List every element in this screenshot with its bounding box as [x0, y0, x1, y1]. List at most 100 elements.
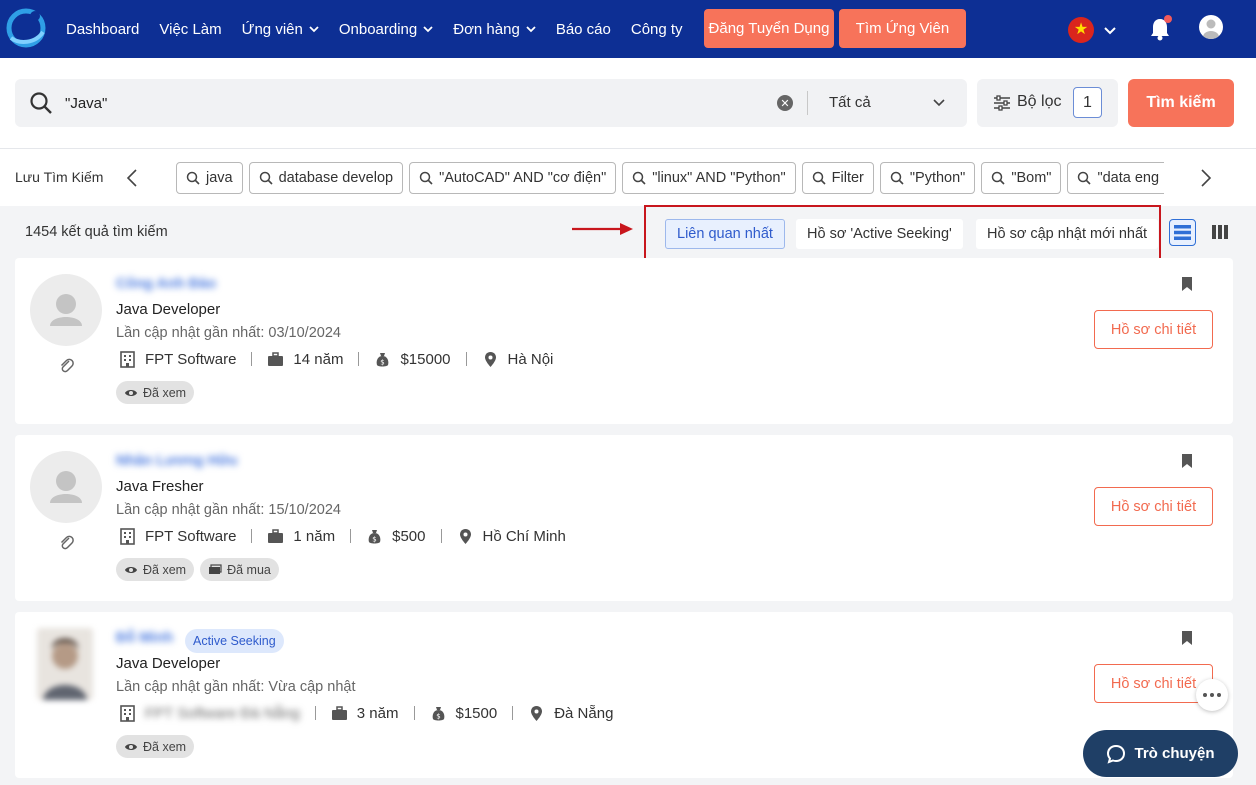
bookmark-icon[interactable]: [1181, 630, 1193, 646]
candidate-last-updated: Lần cập nhật gần nhất: 03/10/2024: [116, 325, 341, 341]
nav-dashboard-label: Dashboard: [66, 20, 140, 38]
saved-search-chip[interactable]: "data eng: [1067, 162, 1164, 194]
saved-search-chip-label: "Bom": [1011, 170, 1052, 186]
search-icon: [186, 171, 200, 185]
arrow-right-icon: [572, 223, 633, 235]
nav-reports-label: Báo cáo: [555, 20, 611, 38]
briefcase-icon: [268, 351, 284, 366]
user-avatar-icon[interactable]: [1199, 15, 1223, 39]
sort-most-relevant[interactable]: Liên quan nhất: [665, 219, 785, 249]
chat-label: Trò chuyện: [1134, 745, 1215, 762]
candidate-photo[interactable]: [37, 628, 93, 700]
company-label: FPT Software: [145, 350, 237, 368]
list-view-toggle[interactable]: [1169, 219, 1196, 246]
candidate-name[interactable]: Công Anh Đào: [116, 276, 216, 292]
eye-icon: [125, 566, 137, 573]
view-profile-button[interactable]: Hồ sơ chi tiết: [1094, 664, 1213, 703]
briefcase-icon: [268, 528, 284, 543]
chevron-down-icon[interactable]: [1104, 26, 1116, 36]
nav-jobs-label: Việc Làm: [159, 20, 222, 38]
candidate-name[interactable]: Đỗ Minh: [116, 630, 173, 646]
candidate-last-updated: Lần cập nhật gần nhất: Vừa cập nhật: [116, 679, 356, 695]
status-tag-label: Đã xem: [143, 739, 187, 754]
candidate-name[interactable]: Nhân Lương Hữu: [116, 453, 238, 469]
saved-search-chip[interactable]: "linux" AND "Python": [622, 162, 796, 194]
chevron-left-icon[interactable]: [126, 168, 138, 188]
view-profile-button[interactable]: Hồ sơ chi tiết: [1094, 310, 1213, 349]
candidate-salary: $ $1500: [430, 705, 497, 722]
saved-search-chip[interactable]: "Python": [879, 162, 976, 194]
candidate-experience: 14 năm: [267, 351, 343, 368]
find-candidate-button[interactable]: Tìm Ứng Viên: [839, 9, 966, 48]
saved-search-chips: java database develop "AutoCAD" AND "cơ đi…: [176, 162, 1164, 194]
briefcase-icon: [331, 705, 347, 720]
candidate-last-updated: Lần cập nhật gần nhất: 15/10/2024: [116, 502, 341, 518]
status-tag-label: Đã mua: [227, 562, 271, 577]
nav-candidates[interactable]: Ứng viên: [232, 21, 329, 38]
candidate-card[interactable]: Đỗ Minh Active Seeking Java Developer Lần c…: [15, 612, 1233, 778]
money-bag-icon: $: [432, 706, 444, 720]
search-icon: [419, 171, 433, 185]
view-profile-button[interactable]: Hồ sơ chi tiết: [1094, 487, 1213, 526]
location-label: Hà Nội: [507, 350, 554, 368]
saved-search-chip[interactable]: Filter: [801, 162, 874, 194]
candidate-meta: FPT Software 1 năm $ $500 Hồ Chí Minh: [119, 525, 566, 547]
saved-search-chip-label: "data eng: [1097, 170, 1160, 186]
candidate-avatar[interactable]: [30, 274, 102, 346]
saved-search-chip[interactable]: "Bom": [981, 162, 1062, 194]
candidate-company: FPT Software Đà Nẵng: [119, 705, 300, 722]
clear-search-icon[interactable]: ✕: [777, 95, 793, 111]
search-scope-select[interactable]: Tất cả: [829, 94, 871, 111]
chevron-right-icon[interactable]: [1200, 168, 1212, 188]
status-tag: Đã xem: [116, 558, 195, 581]
candidate-meta: FPT Software Đà Nẵng 3 năm $ $1500 Đà Nẵng: [119, 702, 613, 724]
nav-jobs[interactable]: Việc Làm: [149, 21, 231, 38]
top-navbar: Dashboard Việc Làm Ứng viên Onboarding Đ…: [0, 0, 1256, 58]
saved-search-chip[interactable]: database develop: [248, 162, 404, 194]
candidate-company: FPT Software: [119, 528, 236, 545]
vietnam-flag-icon[interactable]: ★: [1068, 17, 1094, 43]
search-icon: [632, 171, 646, 185]
company-label: FPT Software: [145, 527, 237, 545]
saved-search-chip[interactable]: java: [176, 162, 243, 194]
nav-onboarding[interactable]: Onboarding: [329, 21, 443, 38]
search-icon: [890, 171, 904, 185]
search-submit-button[interactable]: Tìm kiếm: [1128, 79, 1234, 127]
saved-search-chip-label: "linux" AND "Python": [652, 170, 786, 186]
building-icon: [120, 704, 135, 722]
saved-search-chip-label: "Python": [909, 170, 966, 186]
purchased-icon: [209, 563, 222, 574]
svg-text:$: $: [381, 358, 385, 366]
search-icon: [30, 92, 52, 114]
column-view-icon[interactable]: [1210, 222, 1230, 242]
nav-orders[interactable]: Đơn hàng: [443, 21, 546, 38]
chevron-down-icon[interactable]: [933, 99, 945, 107]
search-input[interactable]: [65, 91, 765, 115]
location-pin-icon: [459, 528, 471, 544]
chat-button[interactable]: Trò chuyện: [1083, 730, 1238, 777]
active-seeking-badge: Active Seeking: [185, 629, 284, 653]
post-job-button[interactable]: Đăng Tuyển Dụng: [704, 9, 834, 48]
bookmark-icon[interactable]: [1181, 276, 1193, 292]
nav-menu: Dashboard Việc Làm Ứng viên Onboarding Đ…: [56, 0, 693, 58]
app-logo-icon[interactable]: [5, 8, 47, 48]
candidate-avatar[interactable]: [30, 451, 102, 523]
bookmark-icon[interactable]: [1181, 453, 1193, 469]
candidate-title: Java Fresher: [116, 478, 204, 495]
nav-company[interactable]: Công ty: [621, 21, 693, 38]
candidate-card[interactable]: Nhân Lương Hữu Java Fresher Lần cập nhật g…: [15, 435, 1233, 601]
nav-dashboard[interactable]: Dashboard: [56, 21, 149, 38]
nav-reports[interactable]: Báo cáo: [546, 21, 621, 38]
saved-search-chip[interactable]: "AutoCAD" AND "cơ điện": [409, 162, 617, 194]
sort-active-seeking[interactable]: Hồ sơ 'Active Seeking': [796, 219, 963, 249]
attachment-icon[interactable]: [58, 533, 74, 551]
candidate-card[interactable]: Công Anh Đào Java Developer Lần cập nhật g…: [15, 258, 1233, 424]
location-label: Hồ Chí Minh: [482, 527, 566, 545]
filter-button[interactable]: Bộ lọc 1: [977, 79, 1118, 127]
more-options-button[interactable]: [1196, 679, 1228, 711]
sort-recently-updated[interactable]: Hồ sơ cập nhật mới nhất: [976, 219, 1159, 249]
chevron-down-icon: [423, 26, 433, 33]
experience-label: 1 năm: [293, 527, 336, 545]
attachment-icon[interactable]: [58, 356, 74, 374]
saved-search-chip-label: Filter: [831, 170, 864, 186]
